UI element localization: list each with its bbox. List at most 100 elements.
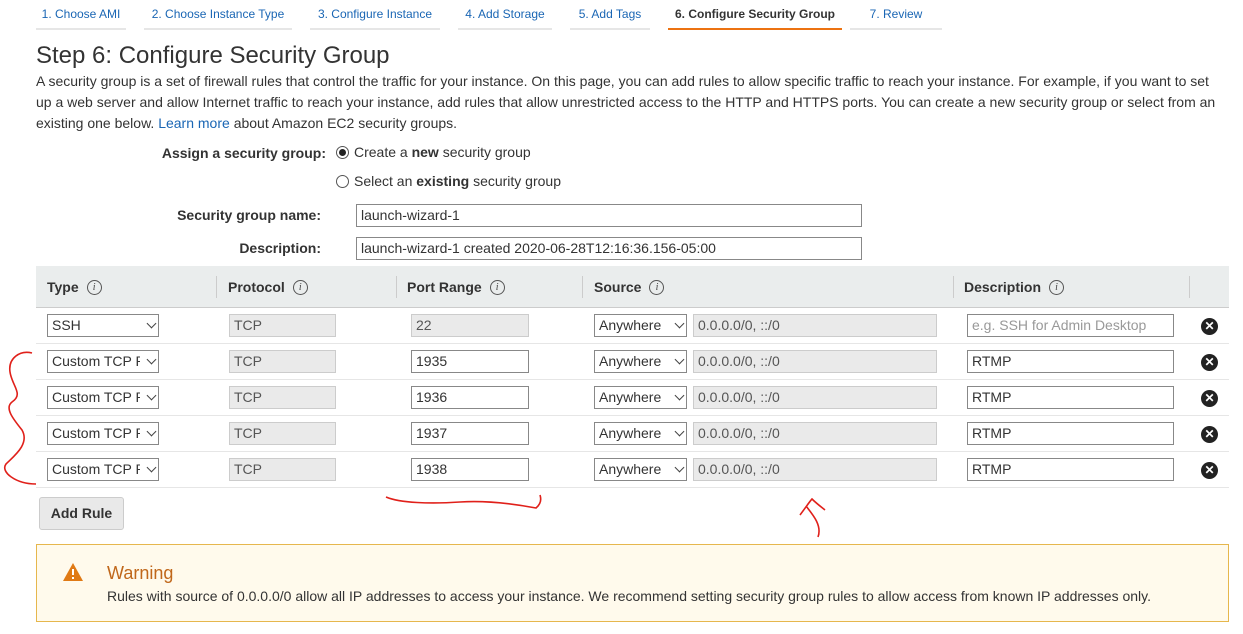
chevron-down-icon <box>146 426 157 437</box>
intro-suffix: about Amazon EC2 security groups. <box>233 115 458 131</box>
group-name-input[interactable]: launch-wizard-1 <box>356 204 862 227</box>
remove-rule-icon[interactable]: ✕ <box>1201 318 1218 335</box>
chevron-down-icon <box>674 354 685 365</box>
column-divider <box>582 276 583 298</box>
protocol-field: TCP <box>229 350 336 373</box>
remove-rule-icon[interactable]: ✕ <box>1201 426 1218 443</box>
radio-new-suffix: security group <box>442 144 531 160</box>
port-range-field: 22 <box>411 314 529 337</box>
chevron-down-icon <box>674 426 685 437</box>
radio-button-unchecked[interactable] <box>336 174 349 188</box>
radio-select-existing[interactable]: Select an existing security group <box>336 173 561 189</box>
tab-add-storage[interactable]: 4. Add Storage <box>458 0 552 30</box>
remove-rule-icon[interactable]: ✕ <box>1201 354 1218 371</box>
type-select[interactable]: Custom TCP R <box>47 422 159 445</box>
type-select-value: Custom TCP R <box>52 389 140 405</box>
warning-triangle-icon <box>63 563 83 581</box>
port-range-input[interactable]: 1935 <box>411 350 529 373</box>
port-range-input[interactable]: 1937 <box>411 422 529 445</box>
source-cidr-field: 0.0.0.0/0, ::/0 <box>693 314 937 337</box>
protocol-field: TCP <box>229 314 336 337</box>
table-row: Custom TCP R TCP 1936 Anywhere 0.0.0.0/0… <box>36 380 1229 416</box>
type-select-value: Custom TCP R <box>52 425 140 441</box>
table-row: Custom TCP R TCP 1937 Anywhere 0.0.0.0/0… <box>36 416 1229 452</box>
annotation-brace <box>3 351 37 485</box>
learn-more-link[interactable]: Learn more <box>158 115 230 131</box>
port-range-input[interactable]: 1938 <box>411 458 529 481</box>
column-divider <box>216 276 217 298</box>
radio-existing-prefix: Select an <box>354 173 413 189</box>
tab-configure-security-group[interactable]: 6. Configure Security Group <box>668 0 842 30</box>
source-select[interactable]: Anywhere <box>594 350 687 373</box>
group-description-input[interactable]: launch-wizard-1 created 2020-06-28T12:16… <box>356 237 862 260</box>
header-protocol-label: Protocol <box>228 279 285 295</box>
header-type-label: Type <box>47 279 79 295</box>
type-select-value: Custom TCP R <box>52 353 140 369</box>
annotation-underline <box>385 494 542 509</box>
remove-rule-icon[interactable]: ✕ <box>1201 390 1218 407</box>
port-range-input[interactable]: 1936 <box>411 386 529 409</box>
source-select-value: Anywhere <box>599 461 662 477</box>
type-select[interactable]: SSH <box>47 314 159 337</box>
header-type: Type i <box>47 266 102 308</box>
header-port-range: Port Range i <box>407 266 505 308</box>
tab-choose-ami[interactable]: 1. Choose AMI <box>36 0 126 30</box>
annotation-arrow <box>799 497 826 538</box>
radio-button-checked[interactable] <box>336 145 349 159</box>
header-description-label: Description <box>964 279 1042 295</box>
source-select-value: Anywhere <box>599 389 662 405</box>
info-icon[interactable]: i <box>1049 279 1065 295</box>
radio-create-new[interactable]: Create a new security group <box>336 144 531 160</box>
column-divider <box>1189 276 1190 298</box>
info-icon[interactable]: i <box>489 279 505 295</box>
description-input[interactable]: RTMP <box>967 458 1174 481</box>
chevron-down-icon <box>146 354 157 365</box>
description-input[interactable]: e.g. SSH for Admin Desktop <box>967 314 1174 337</box>
source-select-value: Anywhere <box>599 425 662 441</box>
source-select[interactable]: Anywhere <box>594 314 687 337</box>
table-row: SSH TCP 22 Anywhere 0.0.0.0/0, ::/0 e.g.… <box>36 308 1229 344</box>
type-select[interactable]: Custom TCP R <box>47 458 159 481</box>
description-input[interactable]: RTMP <box>967 422 1174 445</box>
source-select[interactable]: Anywhere <box>594 386 687 409</box>
group-name-label: Security group name: <box>177 207 321 223</box>
radio-new-bold: new <box>411 144 439 160</box>
warning-alert: Warning Rules with source of 0.0.0.0/0 a… <box>36 544 1229 622</box>
table-row: Custom TCP R TCP 1935 Anywhere 0.0.0.0/0… <box>36 344 1229 380</box>
warning-title: Warning <box>107 563 174 583</box>
chevron-down-icon <box>674 462 685 473</box>
page-title: Step 6: Configure Security Group <box>36 42 390 69</box>
description-input[interactable]: RTMP <box>967 350 1174 373</box>
radio-new-prefix: Create a <box>354 144 408 160</box>
type-select[interactable]: Custom TCP R <box>47 350 159 373</box>
source-select-value: Anywhere <box>599 317 662 333</box>
tab-configure-instance[interactable]: 3. Configure Instance <box>310 0 440 30</box>
protocol-field: TCP <box>229 386 336 409</box>
info-icon[interactable]: i <box>292 279 308 295</box>
table-row: Custom TCP R TCP 1938 Anywhere 0.0.0.0/0… <box>36 452 1229 488</box>
column-divider <box>396 276 397 298</box>
header-source-label: Source <box>594 279 642 295</box>
info-icon[interactable]: i <box>649 279 665 295</box>
chevron-down-icon <box>146 318 157 329</box>
chevron-down-icon <box>674 390 685 401</box>
radio-existing-bold: existing <box>416 173 470 189</box>
tab-choose-instance-type[interactable]: 2. Choose Instance Type <box>144 0 292 30</box>
source-select[interactable]: Anywhere <box>594 422 687 445</box>
description-input[interactable]: RTMP <box>967 386 1174 409</box>
remove-rule-icon[interactable]: ✕ <box>1201 462 1218 479</box>
add-rule-button[interactable]: Add Rule <box>39 497 124 530</box>
info-icon[interactable]: i <box>86 279 102 295</box>
chevron-down-icon <box>146 462 157 473</box>
protocol-field: TCP <box>229 458 336 481</box>
source-select[interactable]: Anywhere <box>594 458 687 481</box>
type-select-value: Custom TCP R <box>52 461 140 477</box>
type-select[interactable]: Custom TCP R <box>47 386 159 409</box>
tab-add-tags[interactable]: 5. Add Tags <box>570 0 650 30</box>
table-header: Type i Protocol i Port Range i Source i Desc… <box>36 266 1229 308</box>
radio-existing-suffix: security group <box>473 173 561 189</box>
group-description-label: Description: <box>239 240 321 256</box>
source-cidr-field: 0.0.0.0/0, ::/0 <box>693 350 937 373</box>
tab-review[interactable]: 7. Review <box>850 0 942 30</box>
chevron-down-icon <box>146 390 157 401</box>
